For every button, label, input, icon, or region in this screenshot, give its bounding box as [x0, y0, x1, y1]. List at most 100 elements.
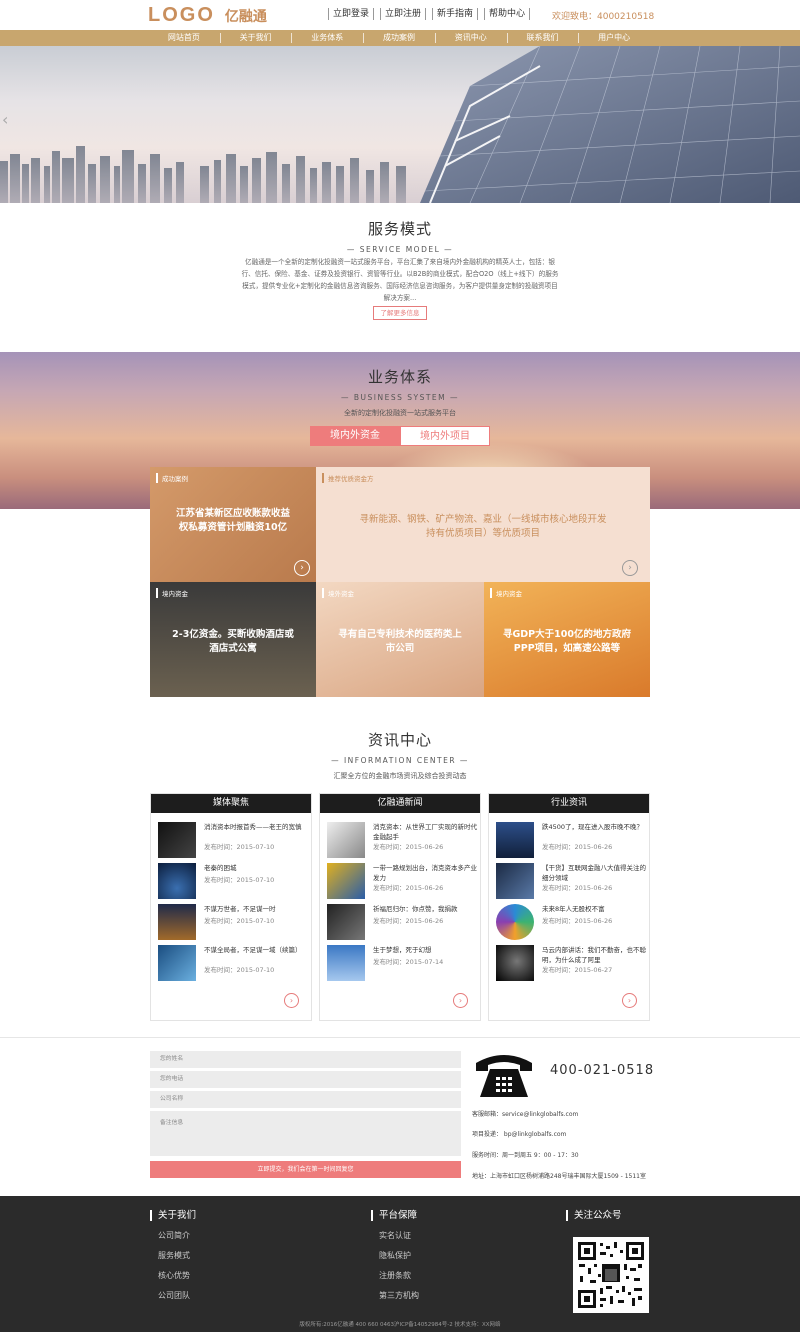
help-link[interactable]: 帮助中心 [484, 8, 531, 20]
nav-item-news[interactable]: 资讯中心 [434, 30, 507, 46]
nav-item-user[interactable]: 用户中心 [578, 30, 650, 46]
more-arrow-icon[interactable]: › [453, 993, 468, 1008]
news-date: 发布时间：2015-07-10 [204, 876, 275, 884]
news-column-company: 亿融通新闻 消克资本：从世界工厂实现的新时代金融起手 发布时间：2015-06-… [319, 793, 481, 1021]
login-link[interactable]: 立即登录 [328, 8, 375, 20]
service-heading: 服务模式 — SERVICE MODEL — [0, 218, 800, 254]
news-title: 祈福厄归尔：你点赞，我捐款 [373, 905, 458, 913]
business-tagline: 全新的定制化投融资一站式服务平台 [344, 409, 456, 417]
logo[interactable]: LOGO 亿融通 [148, 4, 267, 26]
business-title: 业务体系 [367, 368, 432, 386]
hero-banner: ‹ [0, 46, 800, 203]
list-item[interactable]: 跌4500了，现在进入股市晚不晚？ 发布时间：2015-06-26 [496, 822, 646, 862]
news-title: 【干货】互联网金融八大值得关注的细分领域 [542, 864, 646, 882]
nav-item-business[interactable]: 业务体系 [291, 30, 363, 46]
list-item[interactable]: 生于梦想，死于幻想 发布时间：2015-07-14 [327, 945, 477, 985]
funds-card-3[interactable]: 境内资金 寻GDP大于100亿的地方政府PPP项目，如高速公路等 [484, 582, 650, 697]
news-date: 发布时间：2015-06-26 [542, 843, 613, 851]
footer-link[interactable]: 公司简介 [150, 1230, 196, 1241]
list-item[interactable]: 不谋万世者，不足谋一时 发布时间：2015-07-10 [158, 904, 308, 944]
footer-link[interactable]: 实名认证 [371, 1230, 419, 1241]
column-title[interactable]: 媒体聚焦 [151, 794, 311, 813]
footer-link[interactable]: 服务模式 [150, 1250, 196, 1261]
news-date: 发布时间：2015-06-26 [542, 884, 613, 892]
guide-link[interactable]: 新手指南 [432, 8, 479, 20]
news-date: 发布时间：2015-07-14 [373, 958, 444, 966]
list-item[interactable]: 消克资本：从世界工厂实现的新时代金融起手 发布时间：2015-06-26 [327, 822, 477, 862]
contact-address: 地址：上海市虹口区杨树浦路248号瑞丰国际大厦1509 - 1511室 [472, 1173, 646, 1180]
card-tag: 境内资金 [156, 588, 188, 598]
register-link[interactable]: 立即注册 [380, 8, 427, 20]
list-item[interactable]: 消消资本时报首秀——老王的宽慎 发布时间：2015-07-10 [158, 822, 308, 862]
top-bar: LOGO 亿融通 立即登录 立即注册 新手指南 帮助中心 欢迎致电：400021… [0, 0, 800, 30]
learn-more-button[interactable]: 了解更多信息 [373, 306, 427, 320]
column-title[interactable]: 亿融通新闻 [320, 794, 480, 813]
tab-funds[interactable]: 境内外资金 [310, 426, 400, 446]
news-thumbnail [496, 904, 534, 940]
news-date: 发布时间：2015-07-10 [204, 966, 275, 974]
news-date: 发布时间：2015-06-26 [542, 917, 613, 925]
footer-heading: 平台保障 [371, 1210, 419, 1221]
card-text: 寻新能源、钢铁、矿产物流、嘉业（一线城市核心地段开发持有优质项目）等优质项目 [359, 514, 607, 539]
info-tagline: 汇聚全方位的金融市场资讯及综合投资动态 [333, 772, 467, 780]
news-thumbnail [327, 863, 365, 899]
case-card[interactable]: 成功案例 江苏省某新区应收账款收益权私募资管计划融资10亿 › [150, 467, 316, 582]
column-title[interactable]: 行业资讯 [489, 794, 649, 813]
news-column-industry: 行业资讯 跌4500了，现在进入股市晚不晚？ 发布时间：2015-06-26 【… [488, 793, 650, 1021]
footer-link[interactable]: 核心优势 [150, 1270, 196, 1281]
news-thumbnail [496, 863, 534, 899]
news-thumbnail [158, 945, 196, 981]
qr-code-icon [576, 1240, 646, 1310]
nav-item-contact[interactable]: 联系我们 [506, 30, 579, 46]
footer-link[interactable]: 第三方机构 [371, 1290, 419, 1301]
arrow-right-icon[interactable]: › [622, 560, 638, 576]
list-item[interactable]: 一带一路规划出台，消克资本多产业发力 发布时间：2015-06-26 [327, 863, 477, 903]
more-arrow-icon[interactable]: › [284, 993, 299, 1008]
news-title: 跌4500了，现在进入股市晚不晚？ [542, 823, 644, 831]
phone-field[interactable]: 您的电话 [150, 1071, 461, 1088]
footer-heading: 关注公众号 [566, 1210, 622, 1221]
list-item[interactable]: 老秦的困城 发布时间：2015-07-10 [158, 863, 308, 903]
footer-link[interactable]: 注册条款 [371, 1270, 419, 1281]
list-item[interactable]: 祈福厄归尔：你点赞，我捐款 发布时间：2015-06-26 [327, 904, 477, 944]
contact-email: 客服邮箱：service@linkglobalfs.com [472, 1111, 579, 1118]
contact-hours: 服务时间：周一到周五 9：00 - 17：30 [472, 1152, 579, 1159]
tab-projects[interactable]: 境内外项目 [400, 426, 490, 446]
news-date: 发布时间：2015-06-26 [373, 917, 444, 925]
more-arrow-icon[interactable]: › [622, 993, 637, 1008]
list-item[interactable]: 马云内部讲话：我们不勤奋，也不聪明，为什么成了阿里 发布时间：2015-06-2… [496, 945, 646, 985]
chevron-left-icon[interactable]: ‹ [2, 110, 8, 129]
service-description: 亿融通是一个全新的定制化投融资一站式服务平台，平台汇集了来自境内外金融机构的精英… [241, 258, 559, 302]
funds-card-2[interactable]: 境外资金 寻有自己专利技术的医药类上市公司 [316, 582, 484, 697]
nav-item-home[interactable]: 网站首页 [148, 30, 220, 46]
list-item[interactable]: 未来8年人无股权不富 发布时间：2015-06-26 [496, 904, 646, 944]
news-title: 消消资本时报首秀——老王的宽慎 [204, 823, 302, 831]
list-item[interactable]: 【干货】互联网金融八大值得关注的细分领域 发布时间：2015-06-26 [496, 863, 646, 903]
remark-field[interactable]: 备注信息 [150, 1111, 461, 1156]
company-field[interactable]: 公司名称 [150, 1091, 461, 1108]
arrow-right-icon[interactable]: › [294, 560, 310, 576]
list-item[interactable]: 不谋全局者，不足谋一域（续篇） 发布时间：2015-07-10 [158, 945, 308, 985]
recommend-card[interactable]: 推荐优质资金方 寻新能源、钢铁、矿产物流、嘉业（一线城市核心地段开发持有优质项目… [316, 467, 650, 582]
funds-card-1[interactable]: 境内资金 2-3亿资金。买断收购酒店或酒店式公寓 [150, 582, 316, 697]
news-date: 发布时间：2015-06-26 [373, 843, 444, 851]
news-thumbnail [327, 904, 365, 940]
news-title: 不谋万世者，不足谋一时 [204, 905, 276, 913]
contact-phone: 400-021-0518 [550, 1063, 655, 1078]
service-title: 服务模式 [367, 220, 432, 238]
footer-platform: 平台保障 实名认证 隐私保护 注册条款 第三方机构 [371, 1210, 419, 1301]
news-title: 老秦的困城 [204, 864, 237, 872]
footer-link[interactable]: 公司团队 [150, 1290, 196, 1301]
main-nav: 网站首页 关于我们 业务体系 成功案例 资讯中心 联系我们 用户中心 [0, 30, 800, 46]
footer-link[interactable]: 隐私保护 [371, 1250, 419, 1261]
card-tag: 推荐优质资金方 [322, 473, 374, 483]
contact-project-email: 项目投递： bp@linkglobalfs.com [472, 1131, 567, 1138]
nav-item-about[interactable]: 关于我们 [219, 30, 292, 46]
nav-item-cases[interactable]: 成功案例 [363, 30, 435, 46]
submit-button[interactable]: 立即提交，我们会在第一时间回复您 [150, 1161, 461, 1178]
news-thumbnail [327, 945, 365, 981]
logo-text: LOGO [148, 4, 215, 26]
name-field[interactable]: 您的姓名 [150, 1051, 461, 1068]
city-skyline-image [0, 46, 800, 203]
news-thumbnail [496, 822, 534, 858]
